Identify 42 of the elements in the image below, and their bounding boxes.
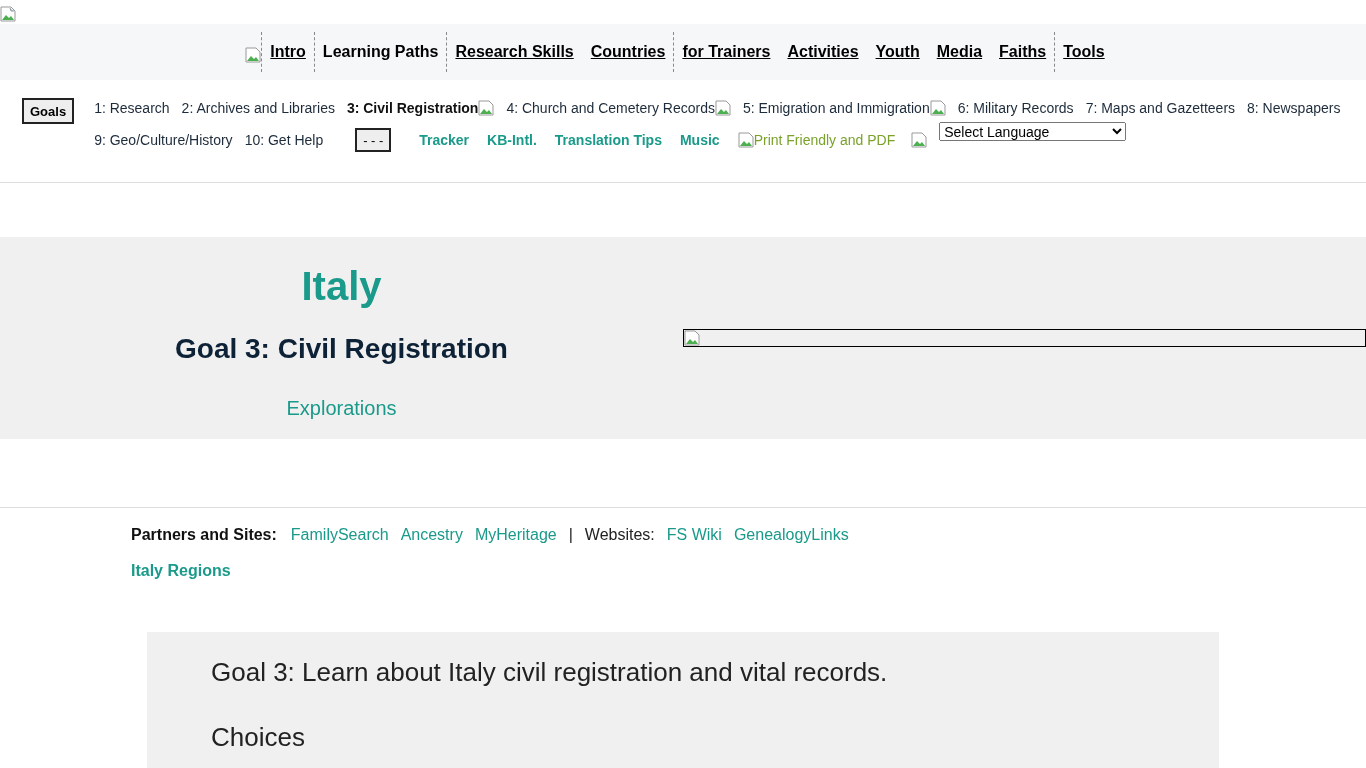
nav-link[interactable]: Research Skills <box>446 32 574 72</box>
partners-label: Partners and Sites: <box>131 526 277 544</box>
nav-link[interactable]: Learning Paths <box>313 32 439 72</box>
goal-link[interactable]: 10: Get Help <box>244 132 324 148</box>
nav-link[interactable]: Media <box>935 32 983 72</box>
partner-link[interactable]: FamilySearch <box>290 526 389 544</box>
nav-link[interactable]: Faiths <box>998 32 1047 72</box>
broken-image-icon <box>929 100 946 116</box>
goal-link[interactable]: 1: Research <box>94 100 170 116</box>
language-select[interactable]: Select Language <box>939 121 1127 141</box>
goal-link[interactable]: 5: Emigration and Immigration <box>742 100 930 116</box>
broken-image-icon <box>714 100 731 116</box>
goals-button[interactable]: Goals <box>22 98 75 124</box>
broken-image-icon <box>684 330 700 346</box>
goal-link[interactable]: 4: Church and Cemetery Records <box>506 100 715 116</box>
websites-label: Websites: <box>584 526 655 544</box>
goal-link[interactable]: 2: Archives and Libraries <box>181 100 335 116</box>
goal-link[interactable]: 3: Civil Registration <box>346 100 479 116</box>
goal-title: Goal 3: Civil Registration <box>175 333 508 365</box>
nav-link[interactable]: Activities <box>786 32 859 72</box>
broken-image-icon <box>245 47 262 63</box>
more-button[interactable]: - - - <box>355 128 392 152</box>
nav-link[interactable]: Youth <box>874 32 920 72</box>
goal-link[interactable]: 8: Newspapers <box>1247 100 1341 116</box>
website-link[interactable]: FS Wiki <box>666 526 722 544</box>
separator-text: | <box>568 526 573 544</box>
partner-link[interactable]: MyHeritage <box>474 526 557 544</box>
broken-image-icon <box>478 100 495 116</box>
broken-image-icon <box>911 132 928 148</box>
nav-link[interactable]: for Trainers <box>673 32 771 72</box>
goal-link[interactable]: 6: Military Records <box>957 100 1074 116</box>
goal-text: Goal 3: Learn about Italy civil registration and vital records. <box>211 656 889 688</box>
partner-link[interactable]: Ancestry <box>400 526 463 544</box>
choices-heading: Choices <box>211 721 306 753</box>
goal-link[interactable]: 7: Maps and Gazetteers <box>1085 100 1236 116</box>
nav-link[interactable]: Countries <box>589 32 666 72</box>
website-link[interactable]: GenealogyLinks <box>733 526 849 544</box>
broken-image-icon <box>737 132 754 148</box>
nav-link[interactable]: Intro <box>261 32 306 72</box>
country-title: Italy <box>301 263 382 309</box>
nav-link[interactable]: Tools <box>1054 32 1105 72</box>
goal-link[interactable]: 9: Geo/Culture/History <box>94 132 233 148</box>
